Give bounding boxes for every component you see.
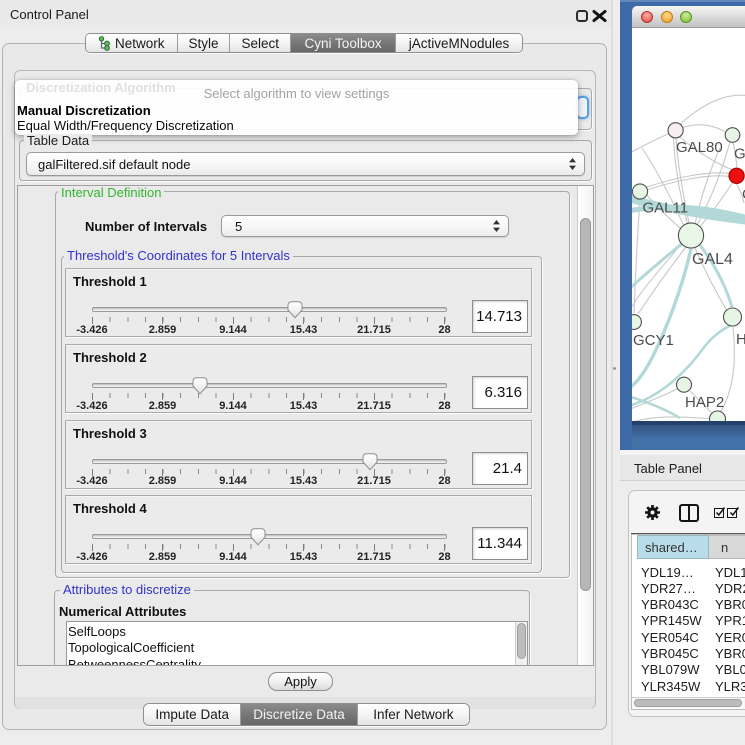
svg-text:GAL4: GAL4 [692, 251, 733, 268]
svg-text:HAP2: HAP2 [685, 394, 724, 411]
svg-text:H: H [736, 331, 745, 348]
svg-text:GCY1: GCY1 [633, 332, 674, 349]
svg-text:GA: GA [734, 146, 745, 163]
svg-text:GAL11: GAL11 [643, 200, 689, 217]
svg-text:GAL80: GAL80 [676, 139, 723, 156]
